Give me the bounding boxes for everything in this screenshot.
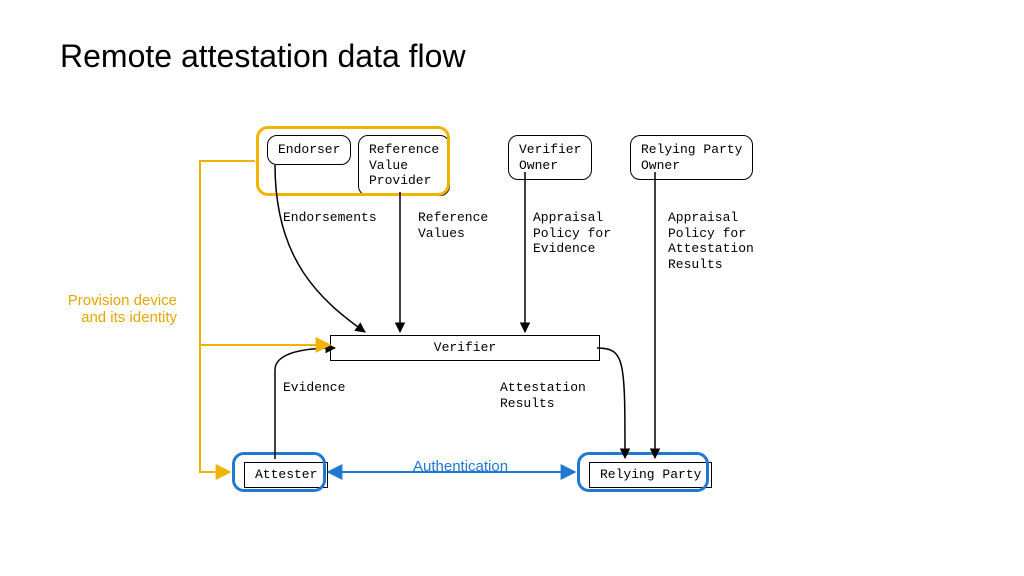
group-relying-party-highlight xyxy=(577,452,709,492)
node-verifier-owner-label: Verifier Owner xyxy=(519,142,581,173)
edge-endorsements-label: Endorsements xyxy=(283,210,377,226)
edge-appraisal-evidence-label: Appraisal Policy for Evidence xyxy=(533,210,611,257)
edge-reference-values-label: Reference Values xyxy=(418,210,488,241)
caption-authentication: Authentication xyxy=(413,458,508,475)
node-verifier-label: Verifier xyxy=(434,340,496,355)
caption-provision: Provision device and its identity xyxy=(62,292,177,326)
diagram-arrows xyxy=(0,0,1024,576)
node-relying-party-owner: Relying Party Owner xyxy=(630,135,753,180)
node-verifier-owner: Verifier Owner xyxy=(508,135,592,180)
node-relying-party-owner-label: Relying Party Owner xyxy=(641,142,742,173)
page-title: Remote attestation data flow xyxy=(60,38,466,75)
group-provision-source xyxy=(256,126,450,196)
group-attester-highlight xyxy=(232,452,326,492)
edge-attestation-results-label: Attestation Results xyxy=(500,380,586,411)
node-verifier: Verifier xyxy=(330,335,600,361)
edge-evidence-label: Evidence xyxy=(283,380,345,396)
edge-appraisal-results-label: Appraisal Policy for Attestation Results xyxy=(668,210,754,272)
